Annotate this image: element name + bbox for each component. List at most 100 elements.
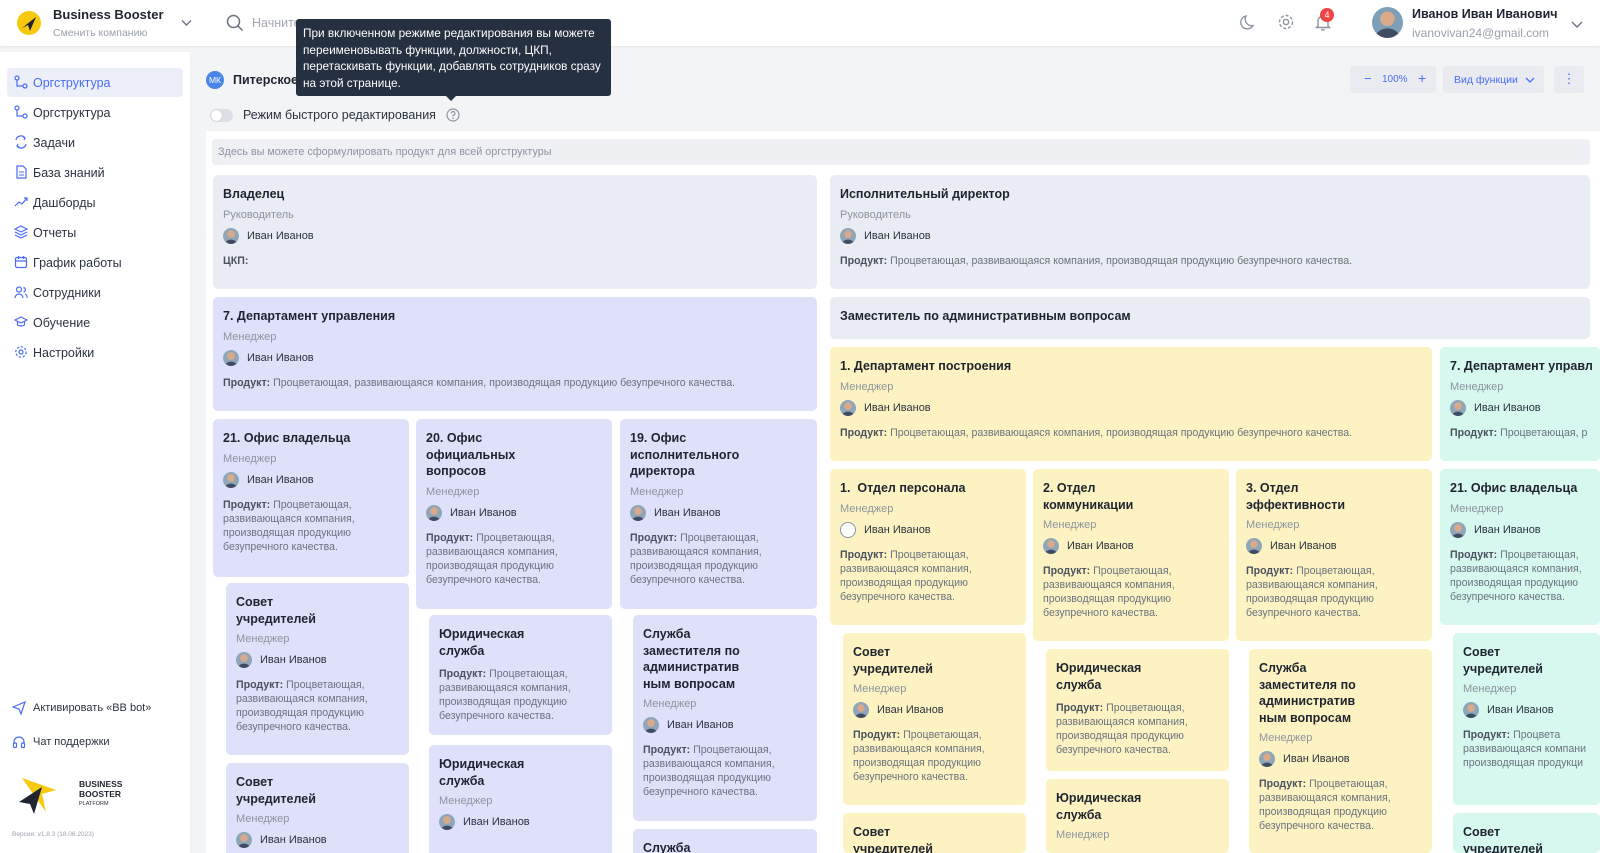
- sidebar-item-employees[interactable]: Сотрудники: [7, 278, 183, 307]
- zoom-in-button[interactable]: +: [1418, 70, 1426, 86]
- avatar: [853, 702, 869, 718]
- org-card[interactable]: Совет учредителей Менеджер Иван Иванов П…: [1453, 633, 1600, 805]
- sidebar-item-schedule[interactable]: График работы: [7, 248, 183, 277]
- user-avatar[interactable]: [1372, 7, 1403, 38]
- search-icon[interactable]: [226, 14, 244, 32]
- org-card[interactable]: Исполнительный директор Руководитель Ива…: [830, 175, 1590, 289]
- card-title: 20. Офис официальных вопросов: [426, 431, 516, 478]
- card-title: Служба заместителя по административ ным …: [643, 627, 740, 691]
- card-title: Совет учредителей: [853, 825, 933, 853]
- org-card[interactable]: 19. Офис исполнительного директора Менед…: [620, 419, 817, 609]
- org-card[interactable]: Совет учредителей: [843, 813, 1026, 853]
- card-person[interactable]: Иван Иванов: [236, 832, 399, 850]
- search-input[interactable]: Начните: [252, 16, 301, 30]
- product-label: Продукт:: [1259, 778, 1307, 790]
- card-person[interactable]: Иван Иванов: [840, 521, 1016, 540]
- card-person[interactable]: Иван Иванов: [1246, 538, 1422, 556]
- chevron-down-icon[interactable]: [180, 16, 193, 29]
- headphones-icon: [12, 736, 26, 749]
- org-icon: [14, 75, 28, 89]
- org-card[interactable]: 21. Офис владельца Менеджер Иван Иванов …: [1440, 469, 1600, 625]
- card-person[interactable]: Иван Иванов: [223, 349, 807, 368]
- chevron-down-icon[interactable]: [1570, 17, 1584, 31]
- org-card[interactable]: 3. Отдел эффективности Менеджер Иван Ива…: [1236, 469, 1432, 641]
- card-person[interactable]: Иван Иванов: [1259, 751, 1422, 769]
- quick-edit-toggle[interactable]: [210, 109, 233, 122]
- card-person[interactable]: Иван Иванов: [840, 399, 1422, 418]
- card-title: 2. Отдел коммуникации: [1043, 481, 1134, 512]
- sidebar-item-learning[interactable]: Обучение: [7, 308, 183, 337]
- org-card[interactable]: Служба: [633, 829, 817, 853]
- org-card[interactable]: Совет учредителей Менеджер Иван Иванов: [226, 763, 409, 853]
- empty-avatar-icon: [840, 521, 856, 538]
- org-card[interactable]: 7. Департамент управления Менеджер Иван …: [213, 297, 817, 411]
- org-card[interactable]: Совет учредителей Менеджер Иван Иванов П…: [226, 583, 409, 755]
- org-card[interactable]: Заместитель по административным вопросам: [830, 297, 1590, 339]
- org-card[interactable]: 2. Отдел коммуникации Менеджер Иван Иван…: [1033, 469, 1229, 641]
- org-card[interactable]: Служба заместителя по административ ным …: [1249, 649, 1432, 853]
- card-person[interactable]: Иван Иванов: [426, 504, 602, 523]
- help-circle-icon[interactable]: [446, 108, 460, 122]
- card-person[interactable]: Иван Иванов: [223, 471, 399, 490]
- sidebar-item-label: Обучение: [33, 316, 91, 330]
- org-card[interactable]: 7. Департамент управл Менеджер Иван Иван…: [1440, 347, 1600, 461]
- support-chat-link[interactable]: Чат поддержки: [12, 735, 110, 752]
- card-person[interactable]: Иван Иванов: [1450, 399, 1590, 418]
- product-label: Продукт:: [1043, 565, 1091, 577]
- org-product-input[interactable]: Здесь вы можете сформулировать продукт д…: [212, 139, 1590, 165]
- sidebar-item-orgstructure[interactable]: Оргструктура: [7, 98, 183, 127]
- org-card[interactable]: 21. Офис владельца Менеджер Иван Иванов …: [213, 419, 409, 577]
- moon-icon[interactable]: [1240, 13, 1258, 31]
- card-title: Совет учредителей: [853, 645, 933, 676]
- sidebar-item-label: Отчеты: [33, 226, 77, 240]
- org-card[interactable]: 20. Офис официальных вопросов Менеджер И…: [416, 419, 612, 609]
- more-options-button[interactable]: ⋮: [1554, 66, 1584, 93]
- card-person[interactable]: Иван Иванов: [630, 504, 807, 523]
- org-card[interactable]: Юридическая служба Менеджер Иван Иванов: [429, 745, 612, 853]
- sidebar-item-tasks[interactable]: Задачи: [7, 128, 183, 157]
- org-card[interactable]: Служба заместителя по административ ным …: [633, 615, 817, 821]
- org-card[interactable]: Совет учредителей Менеджер Иван Иванов П…: [843, 633, 1026, 805]
- org-card[interactable]: 1. Департамент построения Менеджер Иван …: [830, 347, 1432, 461]
- card-role: Менеджер: [1056, 829, 1110, 841]
- org-card[interactable]: Владелец Руководитель Иван Иванов ЦКП:: [213, 175, 817, 289]
- gear-icon[interactable]: [1277, 13, 1295, 31]
- person-name: Иван Иванов: [1474, 523, 1541, 536]
- person-name: Иван Иванов: [864, 229, 931, 242]
- logo-text-booster: BOOSTER: [79, 789, 122, 799]
- view-mode-select[interactable]: Вид функции: [1443, 66, 1544, 93]
- activate-bot-link[interactable]: Активировать «BB bot»: [11, 700, 151, 718]
- sidebar-item-orgstructure-active[interactable]: Оргструктура: [7, 68, 183, 97]
- card-ckp: ЦКП:: [223, 254, 249, 267]
- card-person[interactable]: Иван Иванов: [1463, 702, 1590, 720]
- card-role: Менеджер: [236, 633, 290, 645]
- switch-company-link[interactable]: Сменить компанию: [53, 27, 147, 39]
- person-name: Иван Иванов: [247, 351, 314, 364]
- user-name[interactable]: Иванов Иван Иванович: [1412, 7, 1558, 21]
- zoom-out-button[interactable]: −: [1364, 71, 1372, 86]
- card-person[interactable]: Иван Иванов: [223, 227, 807, 246]
- org-chart-canvas[interactable]: Здесь вы можете сформулировать продукт д…: [206, 131, 1600, 853]
- card-person[interactable]: Иван Иванов: [840, 227, 1580, 246]
- sidebar-item-knowledge-base[interactable]: База знаний: [7, 158, 183, 187]
- org-card[interactable]: Юридическая служба Продукт: Процветающая…: [1046, 649, 1229, 771]
- card-person[interactable]: Иван Иванов: [1450, 521, 1590, 540]
- card-person[interactable]: Иван Иванов: [439, 814, 602, 832]
- sidebar-item-settings[interactable]: Настройки: [7, 338, 183, 367]
- org-card[interactable]: Юридическая служба Продукт: Процветающая…: [429, 615, 612, 735]
- card-person[interactable]: Иван Иванов: [1043, 538, 1219, 556]
- org-name[interactable]: Питерское: [233, 73, 298, 87]
- zoom-control: − 100% +: [1350, 66, 1436, 93]
- org-card[interactable]: Совет учредителей: [1453, 813, 1600, 853]
- card-person[interactable]: Иван Иванов: [643, 717, 807, 735]
- org-card[interactable]: Юридическая служба Менеджер: [1046, 779, 1229, 853]
- org-card[interactable]: 1. Отдел персонала Менеджер Иван Иванов …: [830, 469, 1026, 625]
- sidebar-item-dashboards[interactable]: Дашборды: [7, 188, 183, 217]
- card-product: Продукт: Процветающая, развивающаяся ком…: [426, 531, 602, 587]
- card-person[interactable]: Иван Иванов: [236, 652, 399, 670]
- sidebar-item-reports[interactable]: Отчеты: [7, 218, 183, 247]
- tasks-icon: [15, 135, 27, 149]
- avatar: [1246, 538, 1262, 554]
- card-person[interactable]: Иван Иванов: [853, 702, 1016, 720]
- person-name: Иван Иванов: [463, 816, 530, 828]
